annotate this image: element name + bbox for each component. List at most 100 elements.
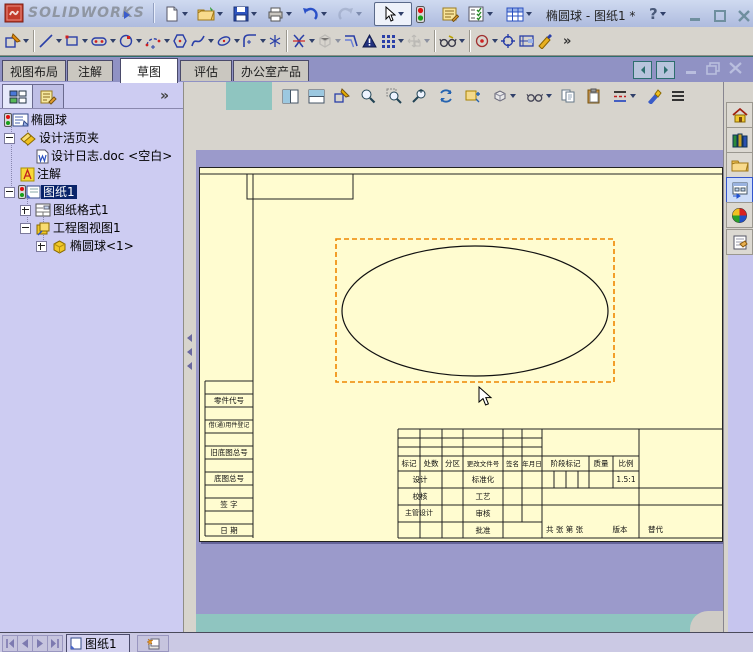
table-button[interactable]: [505, 2, 533, 26]
tree-item-label[interactable]: 图纸格式1: [51, 203, 111, 217]
dropdown-arrow-icon[interactable]: [56, 39, 62, 43]
propertymanager-tab[interactable]: [32, 84, 64, 108]
redo-button[interactable]: [336, 2, 363, 26]
dropdown-arrow-icon[interactable]: [82, 39, 88, 43]
expand-box-icon[interactable]: [36, 240, 47, 252]
dropdown-arrow-icon[interactable]: [110, 39, 116, 43]
dropdown-arrow-icon[interactable]: [309, 39, 315, 43]
convert-entities-button[interactable]: [316, 29, 342, 53]
dropdown-arrow-icon[interactable]: [510, 94, 516, 98]
ellipse-tool-button[interactable]: [215, 29, 241, 53]
featuremanager-tab[interactable]: [2, 84, 34, 108]
dropdown-arrow-icon[interactable]: [251, 12, 257, 16]
dropdown-arrow-icon[interactable]: [321, 12, 327, 16]
tree-item-label[interactable]: 注解: [35, 167, 63, 181]
tree-item-label[interactable]: 设计日志.doc <空白>: [49, 149, 174, 163]
scroll-tabs-right-button[interactable]: [656, 61, 675, 79]
dropdown-arrow-icon[interactable]: [164, 39, 170, 43]
tree-item-root[interactable]: 椭圆球: [4, 112, 69, 128]
tree-item-annotations[interactable]: 注解: [20, 166, 63, 182]
document-minimize-button[interactable]: [684, 63, 699, 75]
collapse-box-icon[interactable]: [20, 222, 31, 234]
dropdown-arrow-icon[interactable]: [182, 12, 188, 16]
sketch-button[interactable]: [4, 29, 30, 53]
tree-item-sheet1[interactable]: 图纸1: [4, 184, 77, 200]
collapse-box-icon[interactable]: [4, 186, 15, 198]
tab-office-products[interactable]: 办公室产品: [233, 60, 309, 81]
dropdown-arrow-icon[interactable]: [234, 39, 240, 43]
rebuild-button[interactable]: [415, 2, 426, 26]
tree-item-design-binder[interactable]: 设计活页夹: [4, 130, 101, 146]
line-tool-button[interactable]: [37, 29, 63, 53]
tree-item-label[interactable]: 工程图视图1: [51, 221, 123, 235]
next-sheet-button[interactable]: [32, 635, 48, 652]
document-restore-button[interactable]: [705, 61, 722, 75]
tree-item-sheet-format1[interactable]: 图纸格式1: [20, 202, 111, 218]
last-sheet-button[interactable]: [47, 635, 63, 652]
slot-tool-button[interactable]: [89, 29, 117, 53]
tree-item-drawing-view1[interactable]: 工程图视图1: [20, 220, 123, 236]
first-sheet-button[interactable]: [2, 635, 18, 652]
help-button[interactable]: ?: [648, 2, 667, 26]
dropdown-arrow-icon[interactable]: [459, 39, 465, 43]
zoom-inout-button[interactable]: [412, 85, 428, 107]
redraw-button[interactable]: [334, 85, 350, 107]
select-tool-button[interactable]: [374, 2, 412, 26]
dropdown-arrow-icon[interactable]: [23, 39, 29, 43]
minimize-button[interactable]: [684, 4, 706, 28]
tab-evaluate[interactable]: 评估: [180, 60, 232, 81]
point-tool-button[interactable]: [267, 29, 283, 53]
rectangle-tool-button[interactable]: [63, 29, 89, 53]
graphics-area[interactable]: 零件代号 借(通)用件登记 旧底图总号 底图总号 签 字 日 期 标记 处数 分…: [196, 150, 723, 614]
open-button[interactable]: [196, 2, 224, 26]
layer-properties-button[interactable]: [670, 85, 686, 107]
tab-sketch[interactable]: 草图: [120, 58, 178, 83]
add-sheet-button[interactable]: [137, 635, 169, 652]
appearances-button[interactable]: [726, 202, 753, 228]
polygon-tool-button[interactable]: [171, 29, 189, 53]
mirror-entities-button[interactable]: [360, 29, 379, 53]
fillet-tool-button[interactable]: [241, 29, 267, 53]
circle-tool-button[interactable]: [117, 29, 143, 53]
dropdown-arrow-icon[interactable]: [398, 39, 404, 43]
collapse-box-icon[interactable]: [4, 132, 15, 144]
file-properties-button[interactable]: [441, 2, 460, 26]
dropdown-arrow-icon[interactable]: [356, 12, 362, 16]
tab-view-layout[interactable]: 视图布局: [2, 60, 66, 81]
previous-sheet-button[interactable]: [17, 635, 33, 652]
tree-item-design-journal[interactable]: 设计日志.doc <空白>: [36, 148, 174, 164]
center-circle-button[interactable]: [473, 29, 499, 53]
dropdown-arrow-icon[interactable]: [217, 12, 223, 16]
sketch-color-button[interactable]: [536, 29, 554, 53]
tree-item-label[interactable]: 图纸1: [41, 185, 77, 199]
split-horizontal-button[interactable]: [308, 85, 325, 107]
display-relations-button[interactable]: [438, 29, 466, 53]
sheet-tab-sheet1[interactable]: 图纸1: [66, 634, 130, 652]
display-style-button[interactable]: [526, 85, 552, 107]
dropdown-arrow-icon[interactable]: [424, 39, 430, 43]
paste-button[interactable]: [586, 85, 601, 107]
tree-item-label[interactable]: 设计活页夹: [37, 131, 101, 145]
dropdown-arrow-icon[interactable]: [136, 39, 142, 43]
split-vertical-button[interactable]: [282, 85, 299, 107]
toolbar-overflow-button[interactable]: »: [562, 29, 572, 53]
options-button[interactable]: [467, 2, 494, 26]
dropdown-arrow-icon[interactable]: [487, 12, 493, 16]
solidworks-resources-button[interactable]: [726, 102, 753, 128]
centerpoint-target-button[interactable]: [499, 29, 517, 53]
dimension-properties-button[interactable]: [517, 29, 536, 53]
dropdown-arrow-icon[interactable]: [630, 94, 636, 98]
undo-button[interactable]: [301, 2, 328, 26]
restore-button[interactable]: [709, 4, 731, 28]
dropdown-arrow-icon[interactable]: [398, 12, 404, 16]
dropdown-arrow-icon[interactable]: [260, 39, 266, 43]
edit-color-button[interactable]: [646, 85, 662, 107]
dropdown-arrow-icon[interactable]: [546, 94, 552, 98]
dropdown-arrow-icon[interactable]: [526, 12, 532, 16]
scroll-tabs-left-button[interactable]: [633, 61, 652, 79]
dropdown-arrow-icon[interactable]: [208, 39, 214, 43]
drawing-sheet[interactable]: 零件代号 借(通)用件登记 旧底图总号 底图总号 签 字 日 期 标记 处数 分…: [199, 167, 723, 542]
trim-entities-button[interactable]: [290, 29, 316, 53]
expand-box-icon[interactable]: [20, 204, 31, 216]
design-library-button[interactable]: [726, 127, 753, 153]
